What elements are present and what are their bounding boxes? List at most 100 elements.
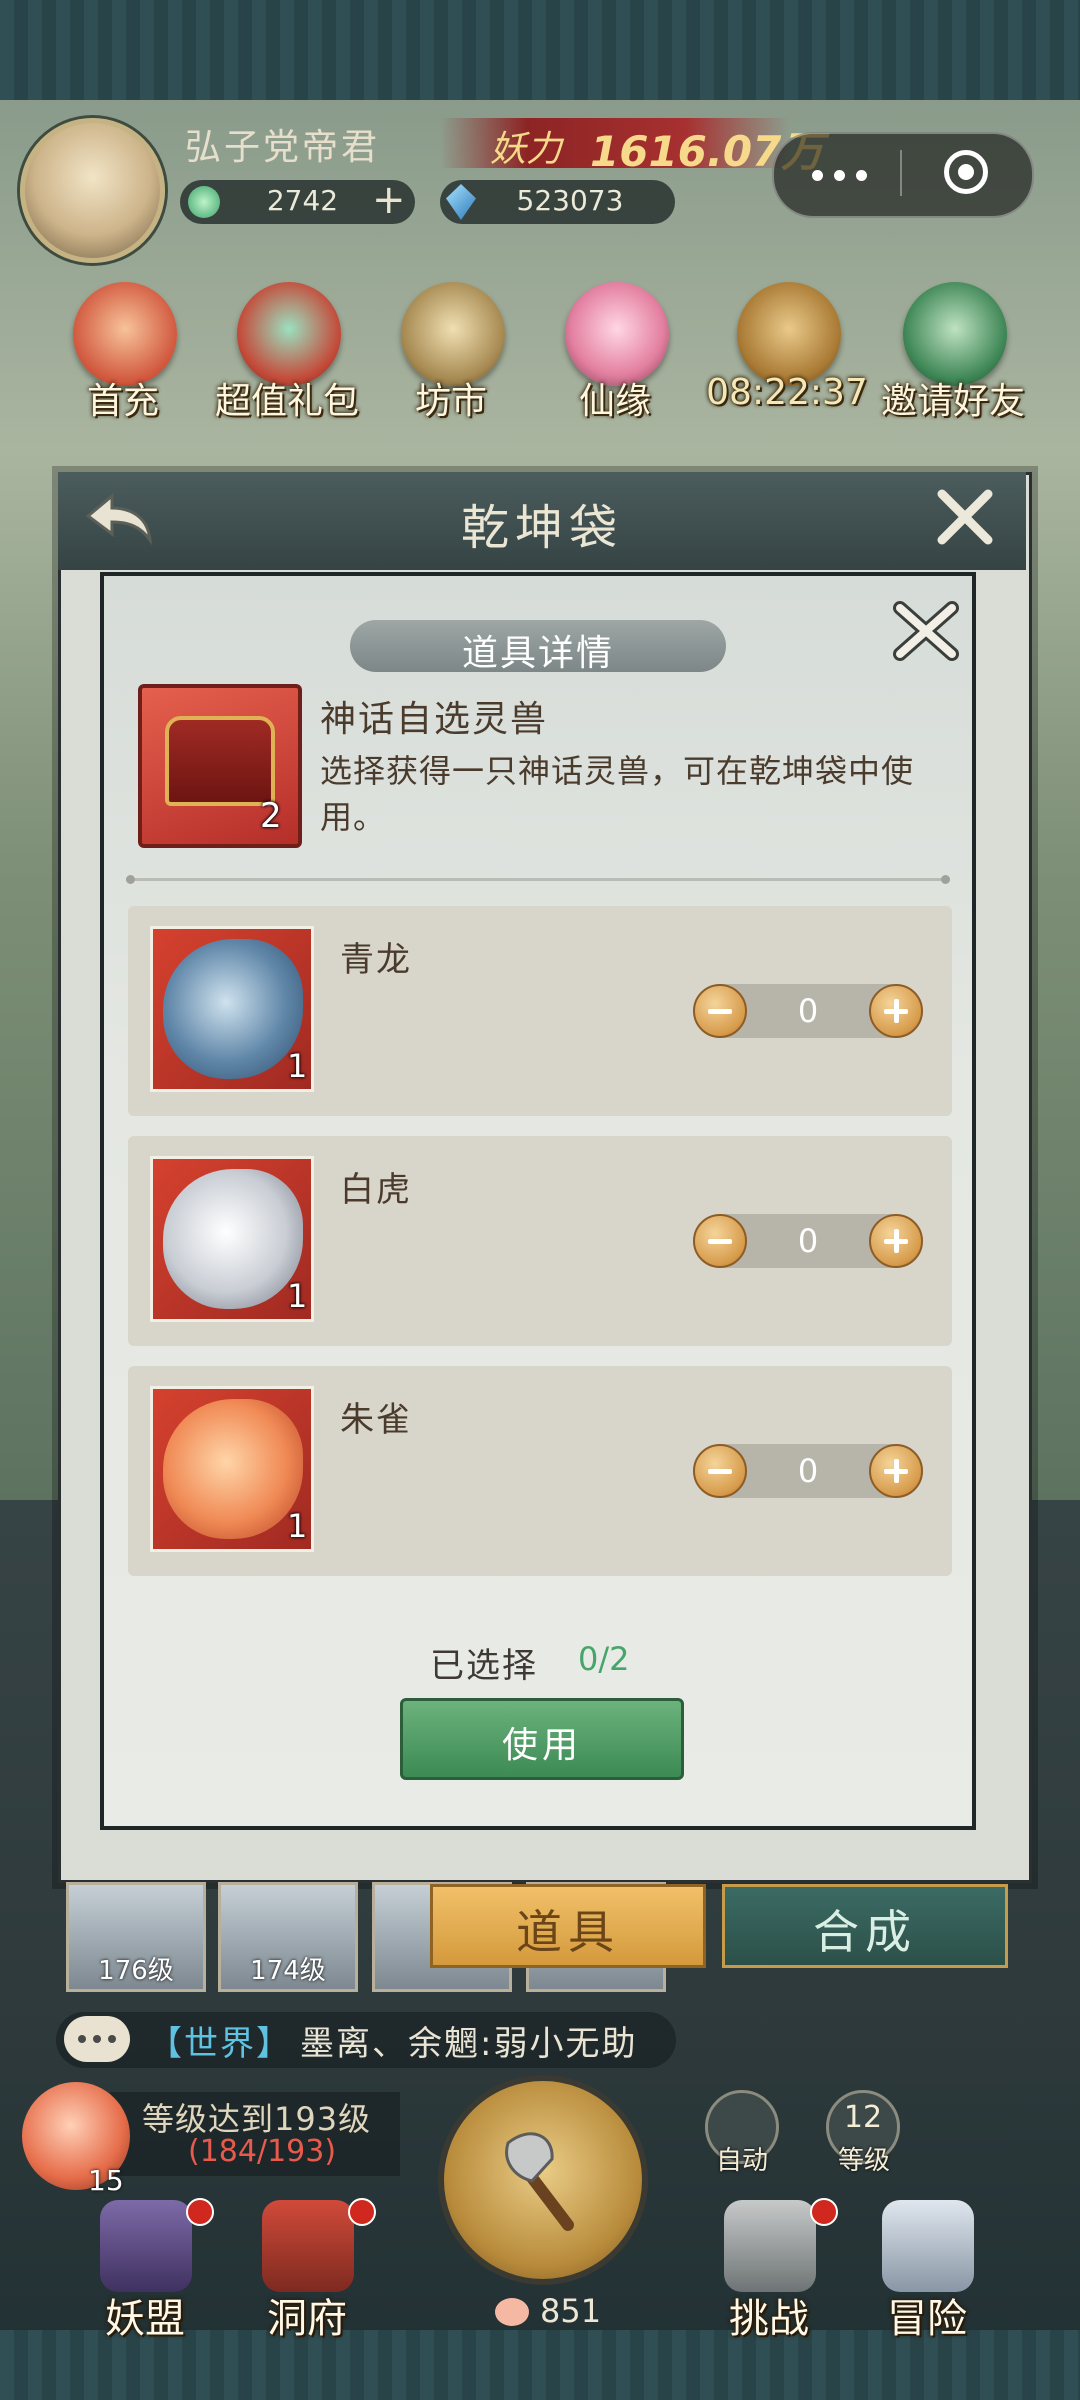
- item-count: 2: [260, 796, 282, 836]
- decrease-button[interactable]: [693, 1444, 747, 1498]
- event-countdown-timer: 08:22:37: [706, 372, 868, 413]
- beast-option-row: 1 白虎 0: [128, 1136, 952, 1346]
- add-jade-button[interactable]: +: [372, 178, 406, 222]
- nav-label: 洞府: [267, 2296, 347, 2342]
- chat-channel: 【世界】: [148, 2024, 292, 2064]
- menu-gift-pack[interactable]: 超值礼包: [212, 282, 362, 452]
- quantity-stepper: 0: [693, 1444, 923, 1498]
- beast-count: 1: [287, 1047, 308, 1085]
- axe-count: 851: [540, 2292, 602, 2330]
- treasure-chest-icon: [165, 716, 275, 806]
- capsule-divider: [900, 150, 902, 196]
- quest-progress: (184/193): [188, 2134, 337, 2169]
- increase-button[interactable]: [869, 984, 923, 1038]
- jade-coin-icon: [188, 186, 220, 218]
- first-recharge-icon: [73, 282, 177, 386]
- nav-alliance[interactable]: 妖盟: [70, 2198, 220, 2342]
- power-label: 妖力: [490, 129, 563, 170]
- increase-button[interactable]: [869, 1444, 923, 1498]
- decrease-button[interactable]: [693, 984, 747, 1038]
- more-dots-icon: [812, 170, 823, 181]
- top-pattern-strip: [0, 0, 1080, 100]
- beast-name: 白虎: [340, 1170, 412, 1210]
- tab-items-label: 道具: [516, 1905, 620, 1959]
- menu-label: 坊市: [414, 381, 487, 422]
- white-tiger-icon: [163, 1169, 303, 1309]
- back-button[interactable]: [78, 488, 158, 548]
- decrease-button[interactable]: [693, 1214, 747, 1268]
- quantity-value: 0: [797, 1452, 819, 1490]
- player-name: 弘子党帝君: [185, 127, 381, 168]
- nav-label: 冒险: [887, 2296, 967, 2342]
- beast-name: 朱雀: [340, 1400, 412, 1440]
- item-description: 选择获得一只神话灵兽，可在乾坤袋中使用。: [320, 752, 915, 836]
- selected-label: 已选择: [430, 1646, 538, 1686]
- more-dot: [834, 170, 845, 181]
- menu-label: 首充: [86, 381, 159, 422]
- bag-close-button[interactable]: [930, 482, 1000, 552]
- tab-synthesis-label: 合成: [813, 1905, 917, 1959]
- item-name: 神话自选灵兽: [320, 699, 549, 740]
- menu-label: 超值礼包: [214, 381, 359, 422]
- use-button-label: 使用: [501, 1725, 582, 1766]
- beast-count: 1: [287, 1507, 308, 1545]
- notification-badge: [186, 2198, 214, 2226]
- nav-cave-dwelling[interactable]: 洞府: [232, 2198, 382, 2342]
- adventure-icon: [882, 2200, 974, 2292]
- close-icon: [937, 489, 993, 545]
- menu-market[interactable]: 坊市: [376, 282, 526, 452]
- nav-challenge[interactable]: 挑战: [694, 2198, 844, 2342]
- menu-label: 邀请好友: [880, 381, 1025, 422]
- more-dot: [856, 170, 867, 181]
- chat-bubble-icon[interactable]: [64, 2016, 130, 2062]
- modal-close-button[interactable]: [890, 596, 962, 668]
- increase-button[interactable]: [869, 1214, 923, 1268]
- nav-label: 妖盟: [105, 2296, 185, 2342]
- nav-label: 挑战: [729, 2296, 809, 2342]
- notification-badge: [810, 2198, 838, 2226]
- beast-icon-frame: 1: [150, 1386, 314, 1552]
- more-options-button[interactable]: [790, 140, 890, 206]
- challenge-icon: [724, 2200, 816, 2292]
- hero-card[interactable]: 176级: [66, 1882, 206, 1992]
- menu-invite-friends[interactable]: 邀请好友: [878, 282, 1028, 452]
- quantity-value: 0: [797, 1222, 819, 1260]
- quantity-value: 0: [797, 992, 819, 1030]
- notification-badge: [348, 2198, 376, 2226]
- lotus-icon: [565, 282, 669, 386]
- menu-fate[interactable]: 仙缘: [540, 282, 690, 452]
- beast-option-row: 1 朱雀 0: [128, 1366, 952, 1576]
- bag-title: 乾坤袋: [460, 500, 623, 556]
- hero-card[interactable]: 174级: [218, 1882, 358, 1992]
- quantity-stepper: 0: [693, 1214, 923, 1268]
- modal-title: 道具详情: [461, 633, 614, 674]
- beast-count: 1: [287, 1277, 308, 1315]
- nav-adventure[interactable]: 冒险: [852, 2200, 1002, 2342]
- axe-icon: [490, 2125, 590, 2235]
- chat-message: 墨离、余魍:弱小无助: [300, 2024, 638, 2064]
- close-miniprogram-button[interactable]: [944, 150, 988, 194]
- back-arrow-icon: [85, 492, 152, 546]
- menu-label: 仙缘: [578, 381, 651, 422]
- selected-count: 0/2: [578, 1640, 630, 1678]
- beast-icon-frame: 1: [150, 926, 314, 1092]
- divider: [126, 875, 950, 884]
- level-label: 等级: [837, 2146, 890, 2176]
- player-avatar[interactable]: [20, 118, 165, 263]
- peach-small-icon: [495, 2298, 529, 2326]
- beast-icon-frame: 1: [150, 1156, 314, 1322]
- scroll-bundle-icon: [737, 282, 841, 386]
- menu-first-recharge[interactable]: 首充: [48, 282, 198, 452]
- auto-label: 自动: [715, 2146, 768, 2176]
- jade-value: 2742: [266, 184, 339, 217]
- market-icon: [401, 282, 505, 386]
- beast-option-row: 1 青龙 0: [128, 906, 952, 1116]
- chat-dot: [93, 2035, 101, 2043]
- quest-count: 15: [88, 2164, 124, 2197]
- chat-dot: [108, 2035, 116, 2043]
- card-level: 174级: [250, 1956, 326, 1986]
- alliance-icon: [100, 2200, 192, 2292]
- crystal-value: 523073: [516, 184, 624, 217]
- vermilion-bird-icon: [163, 1399, 303, 1539]
- menu-timed-event[interactable]: 08:22:37: [706, 282, 868, 452]
